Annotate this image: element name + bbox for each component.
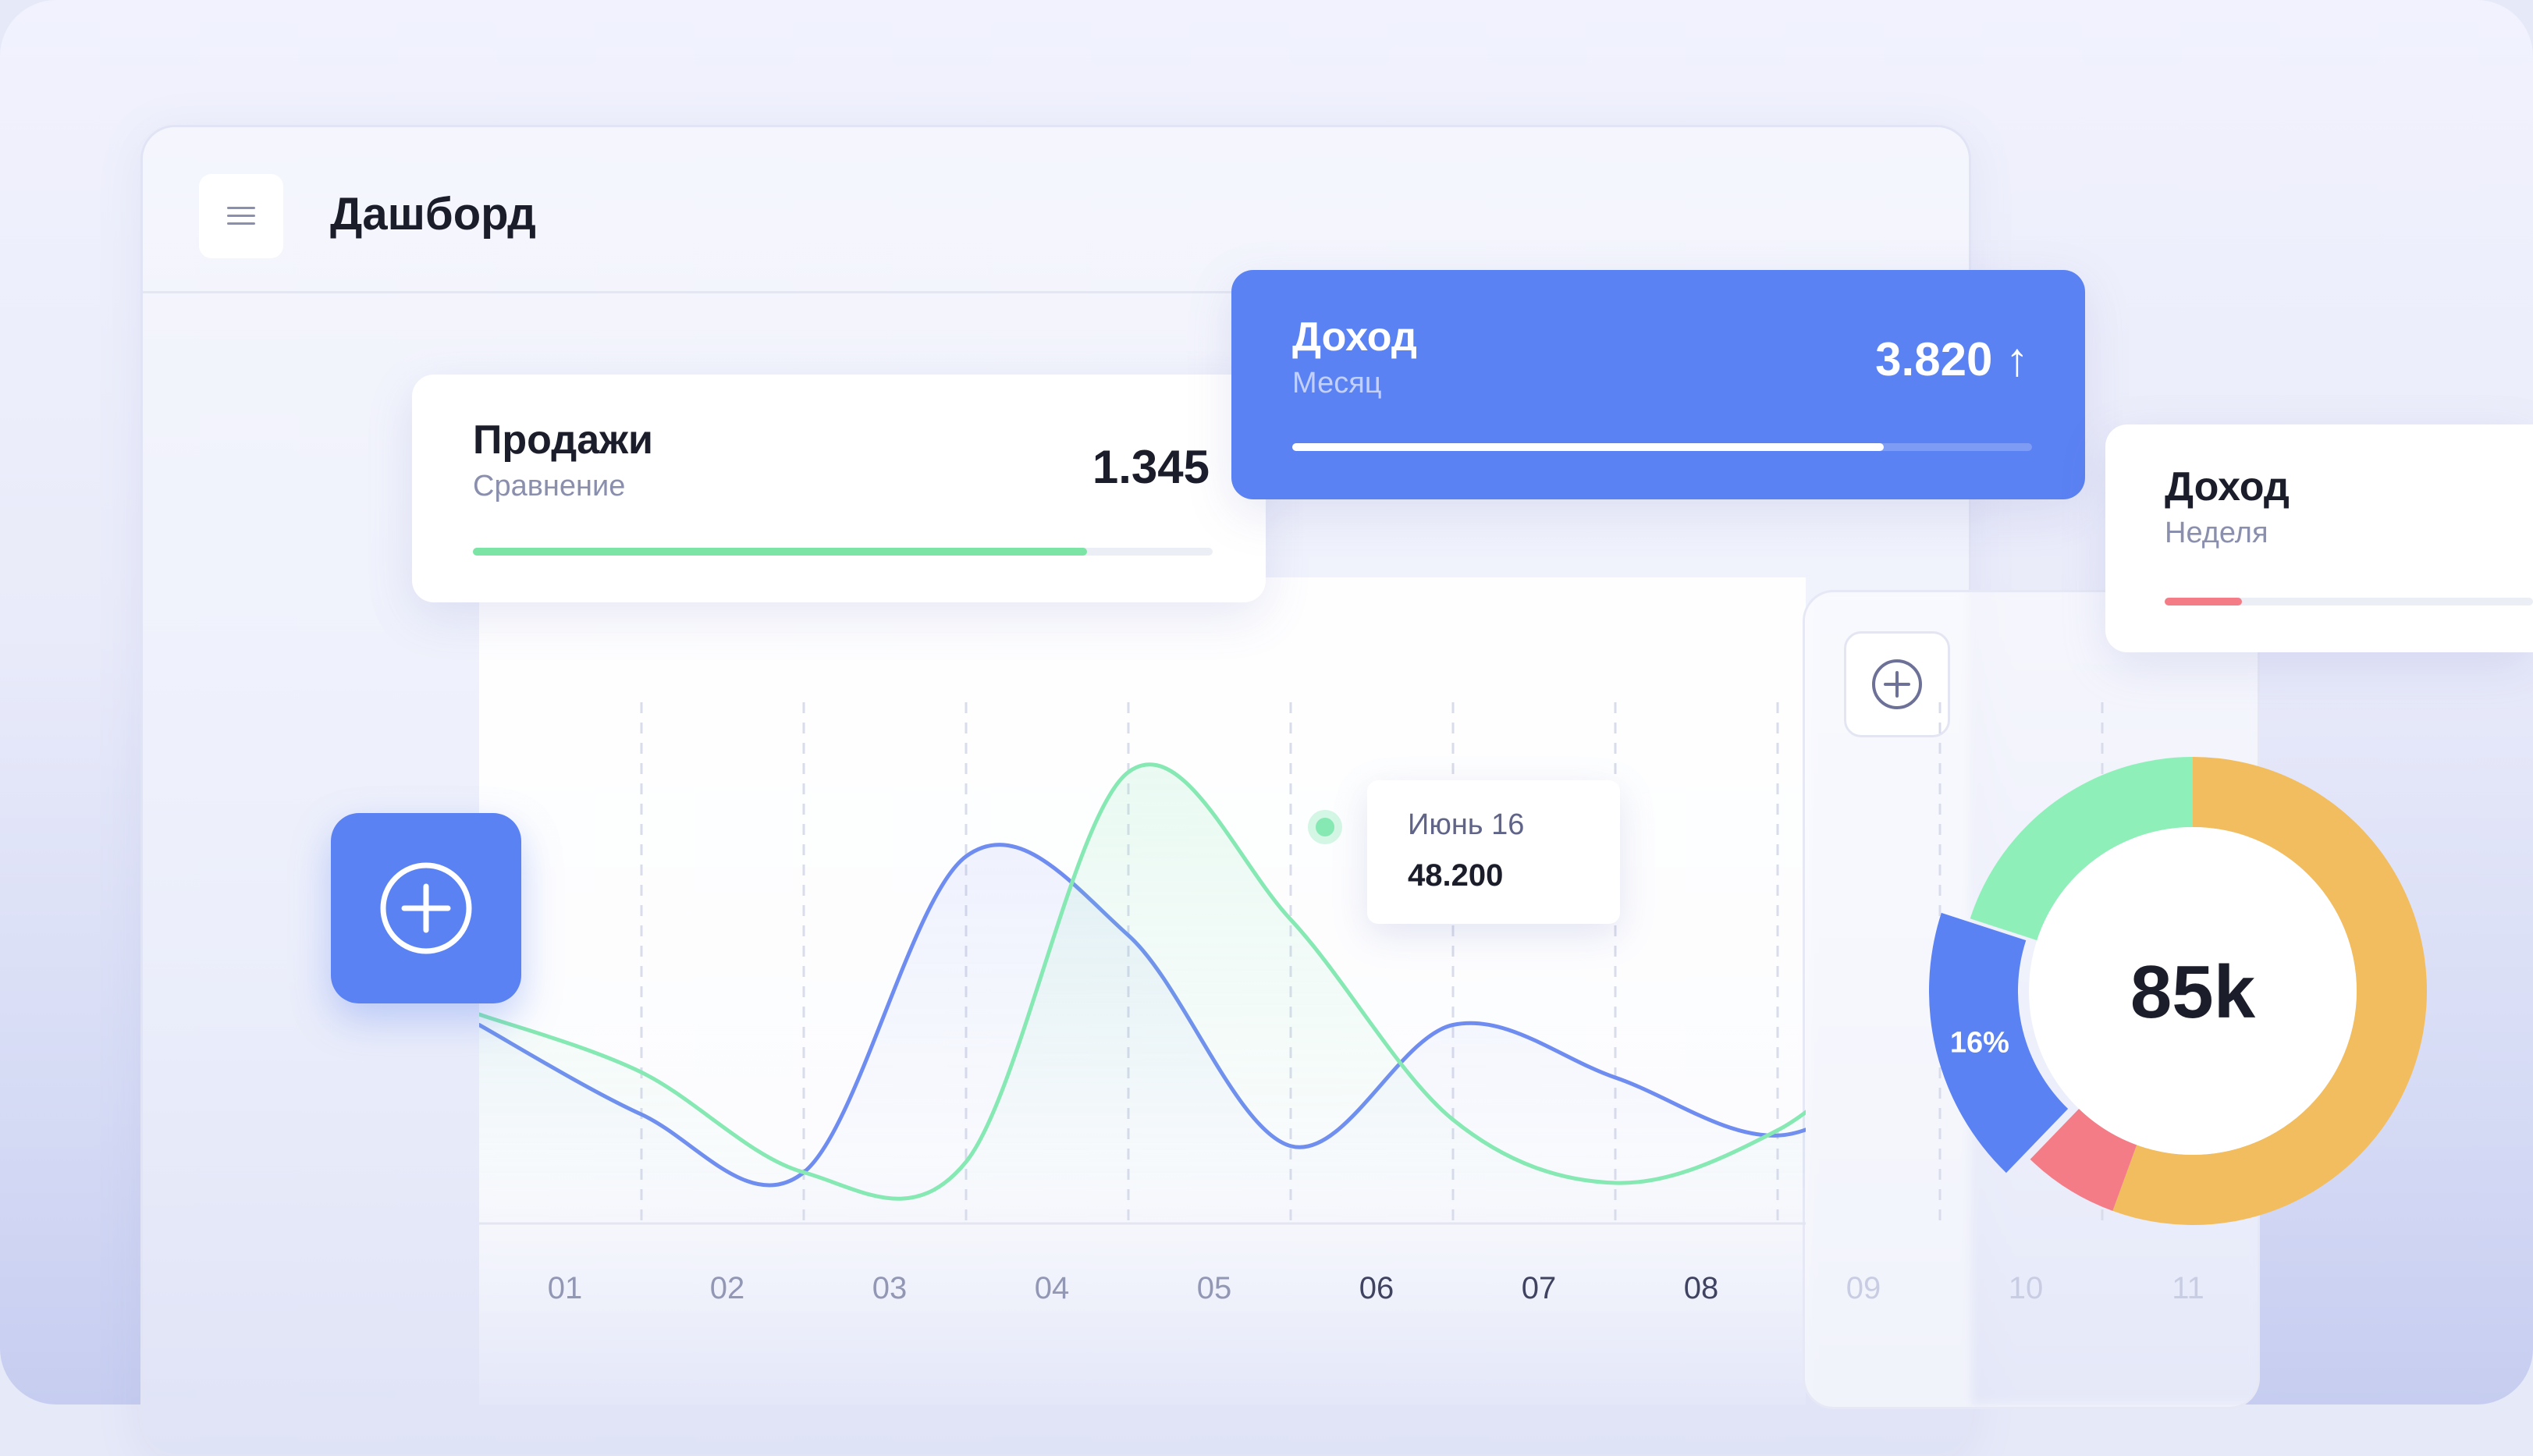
x-tick-label: 04 <box>1035 1271 1070 1305</box>
x-tick-label: 02 <box>710 1271 745 1305</box>
add-button[interactable] <box>331 813 521 1003</box>
income-week-progress-fill <box>2165 598 2243 605</box>
plus-circle-icon <box>380 862 472 954</box>
donut-slice-label: 16% <box>1950 1027 2009 1060</box>
x-tick-label: 07 <box>1522 1271 1557 1305</box>
income-week-card[interactable]: Доход Неделя <box>2105 424 2533 652</box>
income-week-subtitle: Неделя <box>2165 517 2268 549</box>
chart-tooltip: Июнь 16 48.200 <box>1367 780 1620 924</box>
tooltip-value: 48.200 <box>1408 858 1504 893</box>
x-tick-label: 05 <box>1197 1271 1232 1305</box>
x-tick-label: 08 <box>1684 1271 1719 1305</box>
x-tick-label: 01 <box>548 1271 583 1305</box>
donut-center-label: 85k <box>2130 950 2256 1034</box>
income-month-progress-fill <box>1292 443 1885 451</box>
x-tick-label: 11 <box>2172 1271 2204 1305</box>
sales-progress-fill <box>473 548 1087 556</box>
highlight-point[interactable] <box>1316 818 1334 836</box>
income-week-title: Доход <box>2165 464 2290 510</box>
donut-chart: 16% 85k <box>1929 757 2427 1225</box>
sales-card[interactable]: Продажи Сравнение 1.345 <box>412 375 1266 602</box>
income-month-subtitle: Месяц <box>1292 367 1382 400</box>
x-tick-label: 03 <box>872 1271 908 1305</box>
x-tick-label: 10 <box>2009 1271 2044 1305</box>
x-tick-label: 09 <box>1846 1271 1881 1305</box>
x-tick-label: 06 <box>1359 1271 1394 1305</box>
income-month-card[interactable]: Доход Месяц 3.820 ↑ <box>1231 270 2085 499</box>
income-month-title: Доход <box>1292 314 1417 360</box>
sales-card-value: 1.345 <box>1092 441 1210 493</box>
tooltip-date: Июнь 16 <box>1408 808 1525 841</box>
sales-card-title: Продажи <box>473 417 653 463</box>
sales-progress <box>473 548 1213 556</box>
sales-card-subtitle: Сравнение <box>473 470 626 502</box>
income-week-progress <box>2165 598 2533 605</box>
income-month-progress <box>1292 443 2032 451</box>
income-month-value: 3.820 ↑ <box>1875 333 2029 385</box>
